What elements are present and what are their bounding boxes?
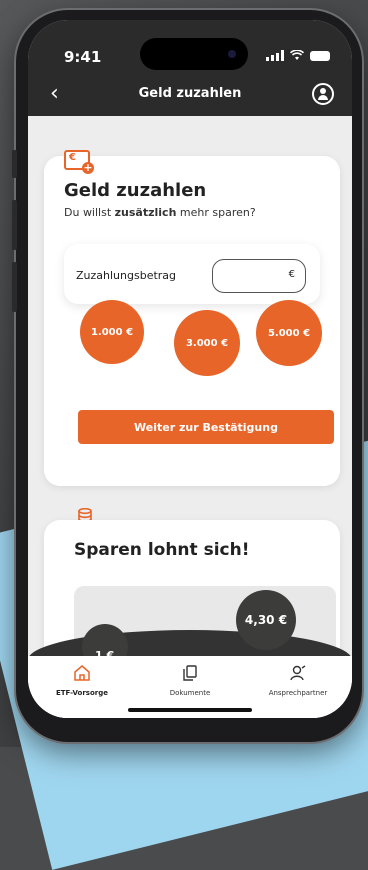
tab-dokumente[interactable]: Dokumente xyxy=(136,664,244,697)
savings-title: Sparen lohnt sich! xyxy=(74,540,250,560)
home-icon xyxy=(74,665,90,681)
home-indicator[interactable] xyxy=(128,708,252,712)
tab-label: Dokumente xyxy=(169,689,211,697)
amount-input[interactable]: € xyxy=(212,259,306,293)
card-title: Geld zuzahlen xyxy=(64,180,207,201)
plus-icon: + xyxy=(82,161,94,174)
amount-chip-5000[interactable]: 5.000 € xyxy=(256,300,322,366)
tab-label: Ansprechpartner xyxy=(268,689,328,697)
card-subtitle: Du willst zusätzlich mehr sparen? xyxy=(64,206,256,219)
documents-icon xyxy=(183,665,197,681)
amount-chip-3000[interactable]: 3.000 € xyxy=(174,310,240,376)
contact-person-icon xyxy=(290,665,306,681)
tab-etf-vorsorge[interactable]: ETF-Vorsorge xyxy=(28,664,136,697)
continue-button[interactable]: Weiter zur Bestätigung xyxy=(78,410,334,444)
content-area: € + Geld zuzahlen Du willst zusätzlich m… xyxy=(28,20,352,718)
amount-label: Zuzahlungsbetrag xyxy=(76,269,177,282)
tab-ansprechpartner[interactable]: Ansprechpartner xyxy=(244,664,352,697)
end-value-circle: 4,30 € xyxy=(236,590,296,650)
phone-volume-down xyxy=(12,262,17,312)
tab-label: ETF-Vorsorge xyxy=(55,689,108,697)
phone-mute-switch xyxy=(12,150,17,178)
phone-volume-up xyxy=(12,200,17,250)
amount-chip-1000[interactable]: 1.000 € xyxy=(80,300,144,364)
amount-card: Zuzahlungsbetrag € xyxy=(64,244,320,304)
currency-symbol: € xyxy=(288,269,295,280)
